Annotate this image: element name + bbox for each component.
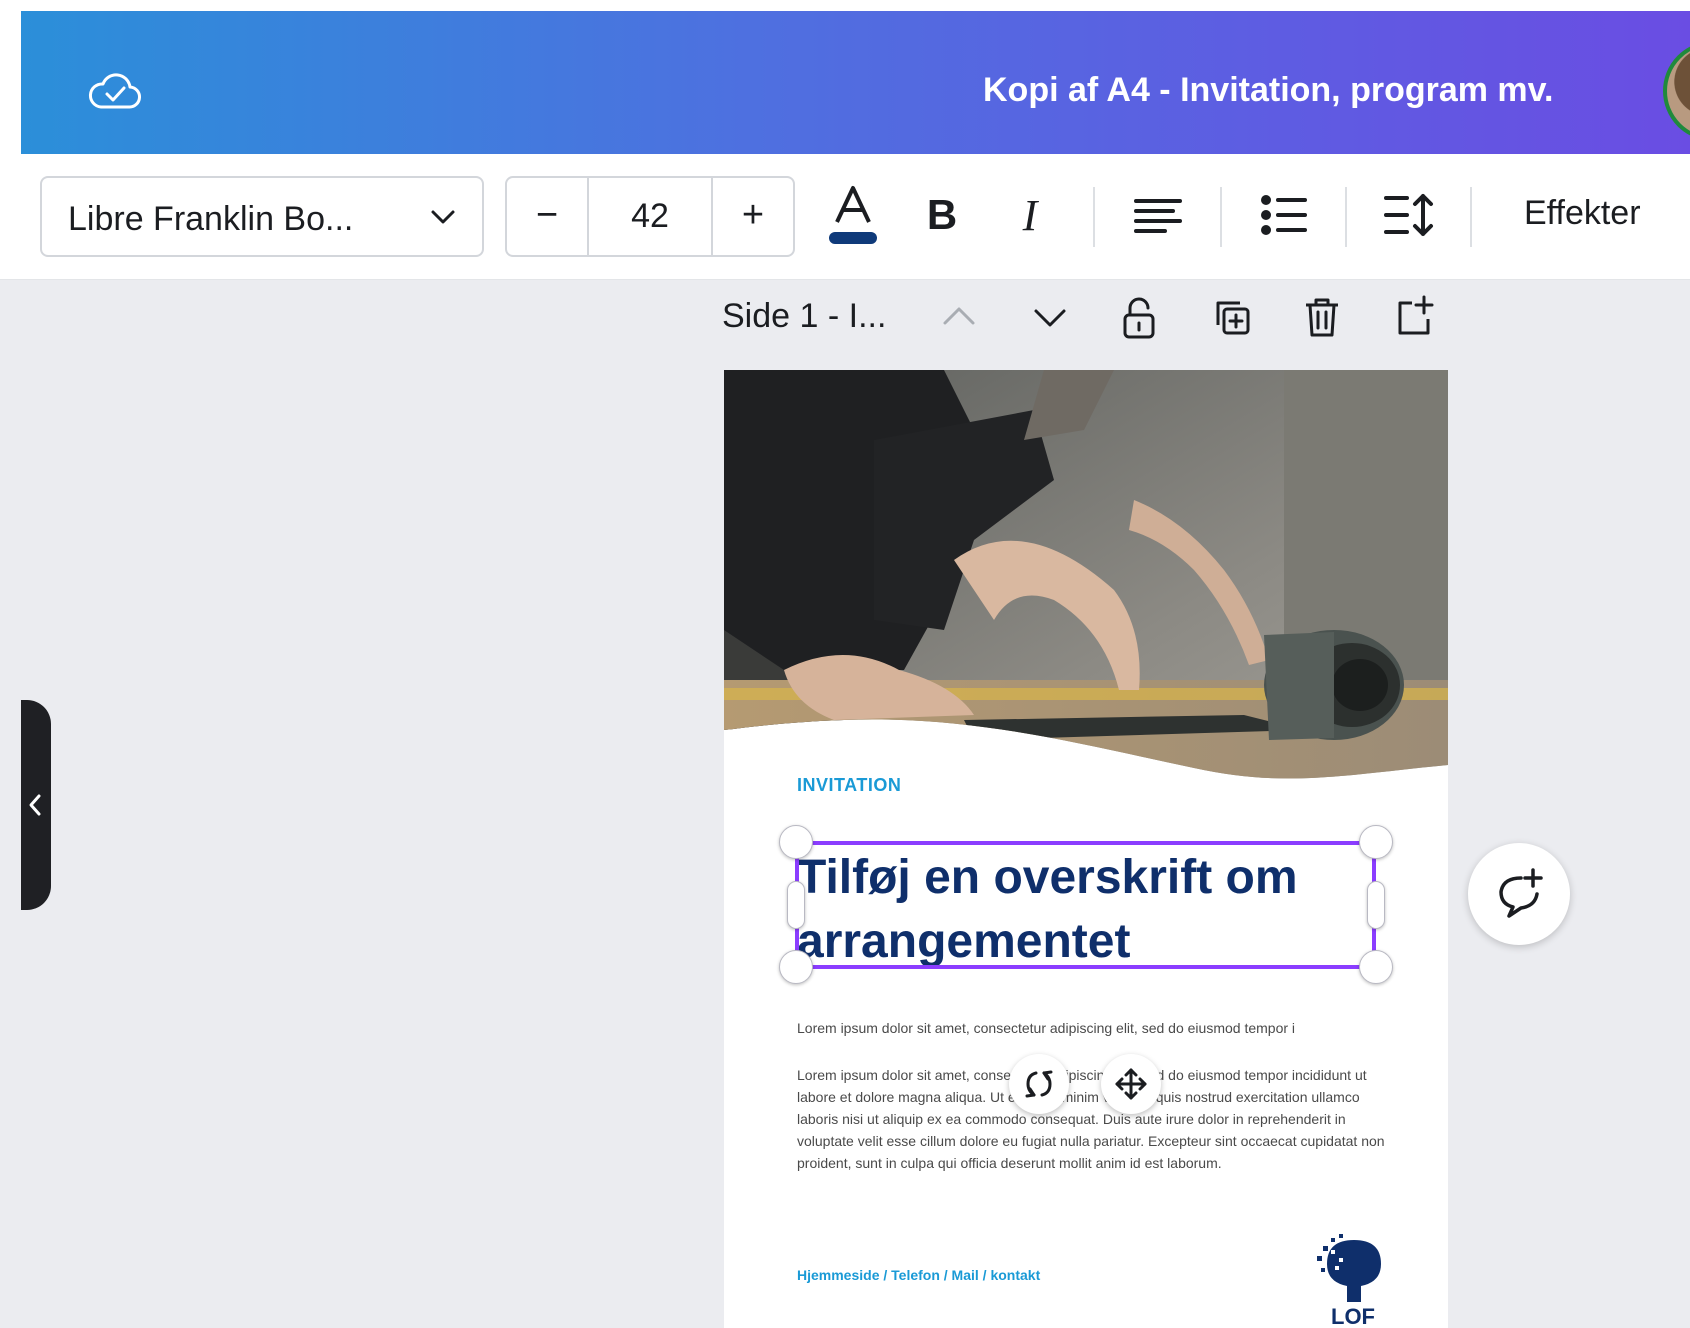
yoga-photo[interactable] [724, 370, 1448, 800]
rotate-icon [1025, 1070, 1053, 1098]
toolbar-divider [1093, 187, 1095, 247]
increase-font-size-button[interactable]: + [713, 178, 793, 255]
chevron-down-icon[interactable] [1028, 295, 1072, 339]
page-header: Side 1 - I... [722, 295, 1442, 345]
align-left-icon [1134, 199, 1182, 233]
bold-icon: B [926, 191, 958, 238]
text-color-icon [829, 186, 877, 244]
invitation-label[interactable]: INVITATION [797, 775, 901, 796]
editor-root: Kopi af A4 - Invitation, program mv. Lib… [0, 0, 1690, 1328]
resize-handle-top-left[interactable] [779, 825, 813, 859]
italic-icon: I [1022, 190, 1038, 240]
page-title[interactable]: Side 1 - I... [722, 297, 886, 336]
chevron-down-icon [431, 210, 455, 224]
resize-handle-bottom-left[interactable] [779, 950, 813, 984]
lock-icon[interactable] [1117, 295, 1161, 339]
effects-button[interactable]: Effekter [1524, 194, 1641, 233]
resize-handle-left[interactable] [787, 881, 805, 929]
italic-button[interactable]: I [1005, 180, 1055, 250]
align-button[interactable] [1130, 180, 1186, 250]
chevron-up-icon[interactable] [937, 295, 981, 339]
resize-handle-bottom-right[interactable] [1359, 950, 1393, 984]
toolbar-divider [1345, 187, 1347, 247]
list-icon [1261, 195, 1307, 235]
logo-text: LOF [1331, 1304, 1375, 1328]
user-avatar[interactable] [1663, 41, 1690, 141]
resize-handle-right[interactable] [1367, 881, 1385, 929]
move-icon [1115, 1068, 1147, 1100]
collapse-side-panel-button[interactable] [21, 700, 51, 910]
chevron-left-icon [29, 794, 41, 816]
font-family-dropdown[interactable]: Libre Franklin Bo... [40, 176, 484, 257]
body-paragraph[interactable]: Lorem ipsum dolor sit amet, consectetur … [797, 1064, 1387, 1174]
top-header-bar: Kopi af A4 - Invitation, program mv. [21, 11, 1690, 154]
font-family-value: Libre Franklin Bo... [68, 200, 354, 238]
line-spacing-icon [1384, 194, 1433, 236]
rotate-button[interactable] [1009, 1054, 1069, 1114]
cloud-check-icon[interactable] [87, 67, 143, 115]
bold-button[interactable]: B [917, 180, 967, 250]
resize-handle-top-right[interactable] [1359, 825, 1393, 859]
contact-line[interactable]: Hjemmeside / Telefon / Mail / kontakt [797, 1267, 1040, 1283]
font-size-input[interactable]: 42 [589, 178, 713, 255]
add-page-icon[interactable] [1392, 295, 1436, 339]
text-toolbar: Libre Franklin Bo... − 42 + B I Effekter [0, 154, 1690, 280]
text-color-button[interactable] [823, 180, 883, 250]
trash-icon[interactable] [1300, 295, 1344, 339]
text-selection-box [795, 841, 1376, 969]
document-title[interactable]: Kopi af A4 - Invitation, program mv. [983, 71, 1554, 110]
move-button[interactable] [1101, 1054, 1161, 1114]
line-spacing-button[interactable] [1382, 180, 1438, 250]
add-comment-icon [1499, 868, 1543, 918]
lof-logo[interactable]: LOF [1309, 1232, 1399, 1328]
intro-paragraph[interactable]: Lorem ipsum dolor sit amet, consectetur … [797, 1020, 1387, 1036]
list-button[interactable] [1258, 180, 1310, 250]
duplicate-page-icon[interactable] [1210, 295, 1254, 339]
decrease-font-size-button[interactable]: − [507, 178, 589, 255]
toolbar-divider [1470, 187, 1472, 247]
toolbar-divider [1220, 187, 1222, 247]
font-size-stepper: − 42 + [505, 176, 795, 257]
add-comment-button[interactable] [1468, 843, 1570, 945]
